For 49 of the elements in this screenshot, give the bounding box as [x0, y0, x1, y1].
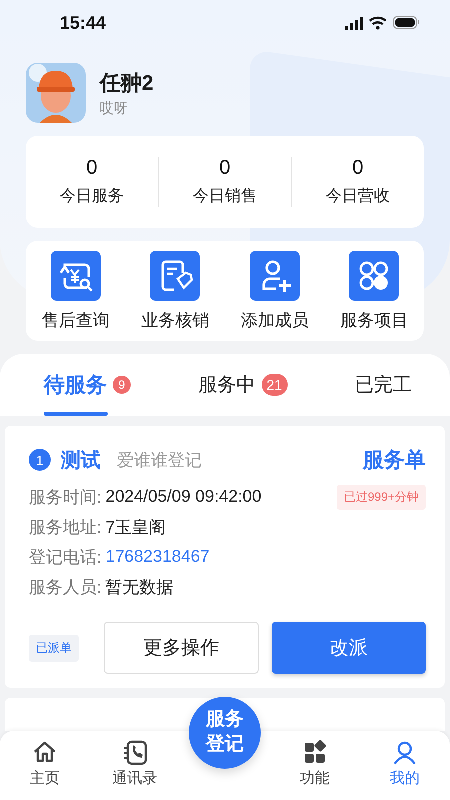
avatar-icon — [26, 63, 86, 123]
nav-item[interactable]: 主页 — [30, 769, 60, 788]
field-label: 服务人员: — [29, 576, 102, 598]
action-label[interactable]: 售后查询 — [42, 308, 110, 332]
status-time: 15:44 — [60, 12, 106, 34]
nav-item[interactable]: 我的 — [390, 769, 420, 788]
action-label[interactable]: 业务核销 — [141, 308, 210, 332]
battery-icon — [393, 16, 420, 30]
field-label: 服务时间: — [29, 486, 102, 508]
count-badge: 21 — [262, 374, 288, 396]
address-book-icon — [122, 740, 148, 766]
tab[interactable]: 服务中 — [198, 372, 256, 398]
registrant-text: 爱谁谁登记 — [117, 450, 203, 472]
grid-icon — [349, 250, 400, 300]
order-title: 测试 — [61, 448, 101, 474]
stat-label: 今日销售 — [193, 187, 257, 207]
status-tag: 已派单 — [29, 634, 79, 662]
nav-item[interactable]: 功能 — [300, 769, 330, 788]
stat-value: 0 — [219, 157, 231, 180]
stat-value: 0 — [352, 157, 364, 180]
phone-link[interactable]: 17682318467 — [106, 547, 426, 567]
index-badge: 1 — [29, 449, 51, 471]
tab[interactable]: 已完工 — [355, 372, 412, 398]
count-badge: 9 — [113, 376, 131, 394]
more-actions-button[interactable]: 更多操作 — [104, 622, 258, 674]
wifi-icon — [369, 16, 387, 30]
add-user-icon — [250, 250, 300, 300]
user-subtitle: 哎呀 — [100, 100, 129, 118]
field-value: 7玉皇阁 — [106, 516, 168, 538]
field-label: 登记电话: — [29, 546, 102, 568]
stat-label: 今日营收 — [326, 186, 390, 207]
action-label[interactable]: 服务项目 — [340, 308, 408, 332]
stat-label: 今日服务 — [60, 187, 124, 207]
field-value: 2024/05/09 09:42:00 — [106, 487, 263, 507]
order-type: 服务单 — [363, 448, 426, 474]
grid-icon — [302, 740, 328, 766]
refund-search-icon — [50, 250, 101, 300]
nav-item[interactable]: 通讯录 — [112, 769, 158, 788]
field-label: 服务地址: — [29, 516, 102, 538]
tab[interactable]: 待服务 — [44, 371, 107, 399]
field-value: 暂无数据 — [106, 576, 175, 598]
signal-icon — [345, 16, 363, 30]
reassign-button[interactable]: 改派 — [272, 622, 426, 674]
document-tag-icon — [150, 250, 200, 300]
user-icon — [392, 740, 418, 766]
user-name: 任翀2 — [100, 70, 154, 96]
overdue-tag: 已过999+分钟 — [336, 484, 426, 510]
action-label[interactable]: 添加成员 — [240, 308, 309, 332]
stat-value: 0 — [86, 157, 98, 180]
